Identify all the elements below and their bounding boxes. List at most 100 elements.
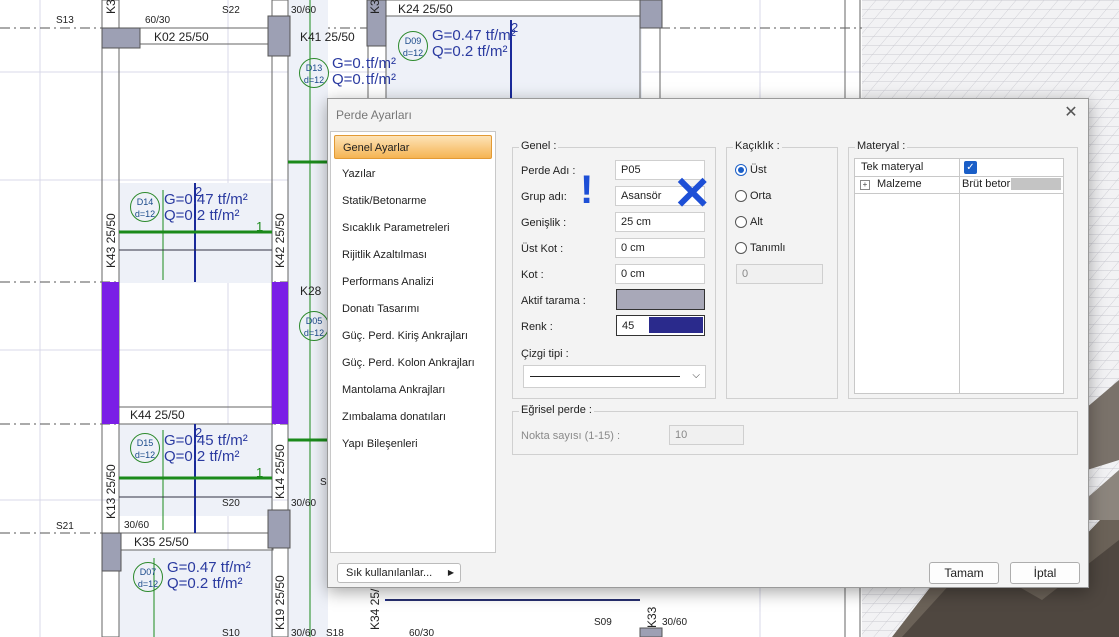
radio-alt[interactable]	[735, 216, 747, 228]
ok-button[interactable]: Tamam	[929, 562, 999, 584]
cancel-button[interactable]: İptal	[1010, 562, 1080, 584]
beam-label: K14 25/50	[273, 444, 287, 499]
expand-plus-icon[interactable]: +	[860, 180, 870, 190]
live-load: Q=0.2 tf/m²	[164, 448, 240, 465]
slab-tag[interactable]: D15 d=12	[130, 433, 160, 463]
line-style-preview	[530, 376, 680, 377]
kaciklik-value-field[interactable]: 0	[736, 264, 823, 284]
dim-label: 30/60	[291, 628, 317, 637]
close-icon[interactable]: ✕	[1062, 104, 1080, 122]
live-load: Q=0.2 tf/m²	[432, 43, 508, 60]
load-text: G=0.45 tf/m² Q=0.2 tf/m²	[164, 433, 248, 465]
beam-label: K13 25/50	[104, 464, 118, 519]
nav-item-yapi-bilesenleri[interactable]: Yapı Bileşenleri	[334, 432, 492, 456]
tag-thickness: d=12	[303, 328, 325, 338]
nav-item-genel-ayarlar[interactable]: Genel Ayarlar	[334, 135, 492, 159]
egrisel-group-title: Eğrisel perde :	[519, 404, 594, 416]
dim-label: 30/60	[124, 520, 150, 531]
kot-field[interactable]: 0 cm	[615, 264, 705, 284]
dim-label: 60/30	[409, 628, 435, 637]
grup-adi-label: Grup adı:	[521, 191, 567, 203]
nav-item-kiris-ankraj[interactable]: Güç. Perd. Kiriş Ankrajları	[334, 324, 492, 348]
dim-label: 60/30	[145, 15, 171, 26]
ust-kot-field[interactable]: 0 cm	[615, 238, 705, 258]
radio-tanimli[interactable]	[735, 242, 747, 254]
dead-load: G=0.47 tf/m²	[164, 191, 248, 208]
materyal-property-grid: Tek materyal ✓ + Malzeme Brüt betor	[854, 158, 1064, 394]
live-load: Q=0.	[332, 71, 365, 88]
slab-tag[interactable]: D09 d=12	[398, 31, 428, 61]
radio-orta-label: Orta	[750, 190, 772, 202]
tag-id: D05	[305, 316, 323, 326]
tag-id: D13	[305, 63, 323, 73]
load-text: G=0.47 tf/m² Q=0.2 tf/m²	[432, 28, 516, 60]
tag-thickness: d=12	[134, 450, 156, 460]
exclamation-mark-annotation: !	[580, 168, 594, 212]
slab-tag[interactable]: D05 d=12	[299, 311, 329, 341]
aktif-tarama-swatch[interactable]	[616, 289, 705, 310]
radio-alt-label: Alt	[750, 216, 763, 228]
nav-item-rijitlik[interactable]: Rijitlik Azaltılması	[334, 243, 492, 267]
slab-label: S21	[56, 521, 74, 532]
nav-item-mantolama[interactable]: Mantolama Ankrajları	[334, 378, 492, 402]
reinforcement-number: 2	[511, 20, 519, 35]
tek-materyal-label: Tek materyal	[861, 161, 924, 173]
tag-thickness: d=12	[402, 48, 424, 58]
dialog-title: Perde Ayarları	[336, 108, 412, 122]
nav-item-kolon-ankraj[interactable]: Güç. Perd. Kolon Ankrajları	[334, 351, 492, 375]
radio-ust[interactable]	[735, 164, 747, 176]
radio-orta[interactable]	[735, 190, 747, 202]
load-unit: tf/m²	[366, 71, 396, 88]
renk-picker[interactable]: 45	[616, 315, 705, 336]
tag-thickness: d=12	[134, 209, 156, 219]
reinforcement-number: 1	[256, 219, 264, 234]
tag-id: D14	[136, 197, 154, 207]
reinforcement-number: 1	[256, 465, 264, 480]
radio-tanimli-label: Tanımlı	[750, 242, 786, 254]
reinforcement-number: 2	[195, 184, 203, 199]
malzeme-color-swatch	[1011, 178, 1061, 190]
beam-label: K43 25/50	[104, 213, 118, 268]
dim-label: 30/60	[291, 498, 317, 509]
slab-label: S13	[56, 15, 74, 26]
nav-item-yazilar[interactable]: Yazılar	[334, 162, 492, 186]
tag-thickness: d=12	[137, 579, 159, 589]
grid-divider	[959, 159, 960, 393]
reinforcement-number: 2	[195, 425, 203, 440]
slab-tag[interactable]: D14 d=12	[130, 192, 160, 222]
slab-tag[interactable]: D07 d=12	[133, 562, 163, 592]
perde-ayarlari-dialog: Perde Ayarları ✕ Genel Ayarlar Yazılar S…	[327, 98, 1089, 588]
slab-label: S	[320, 477, 327, 488]
nav-item-donati[interactable]: Donatı Tasarımı	[334, 297, 492, 321]
tag-id: D15	[136, 438, 154, 448]
beam-label: K24 25/50	[398, 2, 453, 16]
beam-label: K28	[300, 284, 322, 298]
radio-ust-label: Üst	[750, 164, 767, 176]
slab-tag[interactable]: D13 d=12	[299, 58, 329, 88]
renk-value: 45	[622, 320, 635, 332]
dim-label: 30/60	[291, 5, 317, 16]
live-load: Q=0.2 tf/m²	[164, 207, 240, 224]
dead-load: G=0.	[332, 55, 365, 72]
beam-label: K19 25/50	[273, 575, 287, 630]
tek-materyal-checkbox[interactable]: ✓	[964, 161, 977, 174]
nav-item-zimbalama[interactable]: Zımbalama donatıları	[334, 405, 492, 429]
malzeme-value[interactable]: Brüt betor	[962, 176, 1010, 193]
slab-label: S10	[222, 628, 240, 637]
tag-id: D07	[139, 567, 157, 577]
cizgi-tipi-dropdown[interactable]: ⌵	[523, 365, 706, 388]
nav-item-performans[interactable]: Performans Analizi	[334, 270, 492, 294]
kot-label: Kot :	[521, 269, 544, 281]
ust-kot-label: Üst Kot :	[521, 243, 564, 255]
dead-load: G=0.47 tf/m²	[432, 27, 516, 44]
beam-label: K41 25/50	[300, 30, 355, 44]
nokta-sayisi-field[interactable]: 10	[669, 425, 744, 445]
nav-item-sicaklik[interactable]: Sıcaklık Parametreleri	[334, 216, 492, 240]
load-text: G=0.47 tf/m² Q=0.2 tf/m²	[167, 560, 251, 592]
perde-adi-label: Perde Adı :	[521, 165, 576, 177]
slab-label: S22	[222, 5, 240, 16]
favorites-button[interactable]: Sık kullanılanlar... ▶	[337, 563, 461, 583]
nav-item-statik-betonarme[interactable]: Statik/Betonarme	[334, 189, 492, 213]
beam-label: K35 25/50	[134, 535, 189, 549]
grid-row-line	[855, 193, 1063, 194]
